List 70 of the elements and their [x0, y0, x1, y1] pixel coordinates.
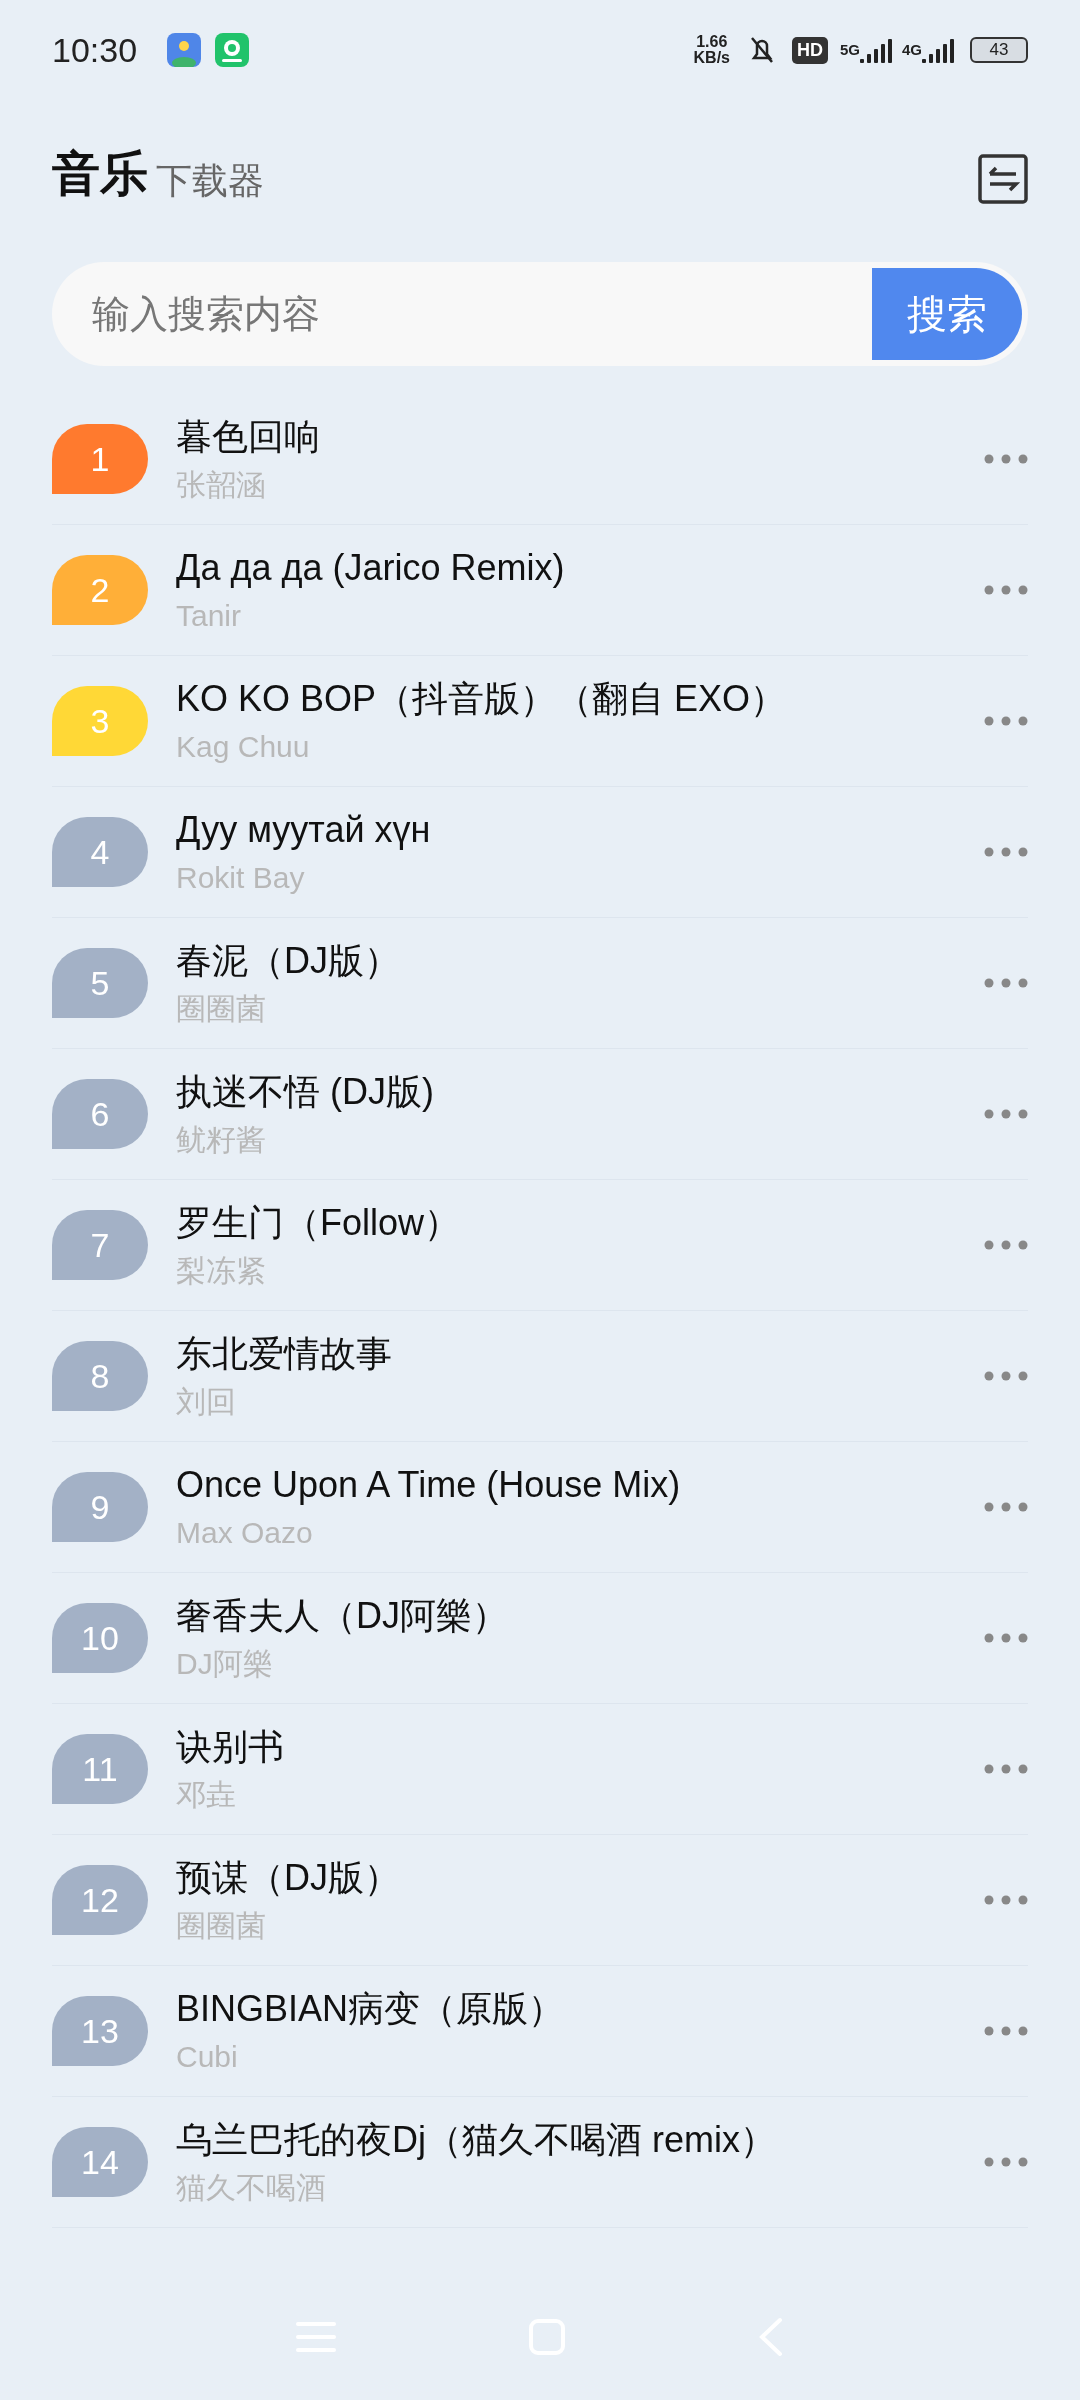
signal-icon	[860, 37, 894, 63]
more-icon[interactable]	[984, 1109, 1028, 1119]
net-speed: 1.66 KB/s	[693, 34, 730, 66]
more-icon[interactable]	[984, 1502, 1028, 1512]
rank-badge: 4	[52, 817, 148, 887]
rank-badge: 1	[52, 424, 148, 494]
artist-name: 梨冻紧	[176, 1252, 267, 1289]
network-label: 4G	[902, 39, 922, 60]
signal-icon	[922, 37, 956, 63]
rank-badge: 14	[52, 2127, 148, 2197]
battery-indicator: 43	[970, 37, 1028, 63]
song-title[interactable]: 乌兰巴托的夜Dj（猫久不喝酒 remix）	[176, 2118, 984, 2162]
more-icon[interactable]	[984, 1240, 1028, 1250]
more-icon[interactable]	[984, 585, 1028, 595]
rank-badge: 7	[52, 1210, 148, 1280]
rank-badge: 12	[52, 1865, 148, 1935]
artist-name: Rokit Bay	[176, 859, 306, 896]
song-title[interactable]: BINGBIAN病变（原版）	[176, 1987, 984, 2031]
app-icon	[215, 33, 250, 67]
artist-name: 鱿籽酱	[176, 1121, 267, 1158]
more-icon[interactable]	[984, 1895, 1028, 1905]
swap-icon[interactable]	[978, 154, 1028, 204]
network-label: 5G	[839, 39, 860, 60]
song-title[interactable]: 暮色回响	[176, 415, 984, 459]
artist-name: Kag Chuu	[176, 728, 311, 765]
more-icon[interactable]	[984, 2026, 1028, 2036]
artist-name: 邓垚	[176, 1776, 237, 1813]
song-title[interactable]: Дуу муутай хүн	[176, 808, 984, 852]
search-field[interactable]: 输入搜索内容	[52, 262, 872, 366]
clock: 10:30	[52, 29, 138, 71]
more-icon[interactable]	[984, 716, 1028, 726]
artist-name: 圈圈菌	[176, 1907, 267, 1944]
artist-name: 猫久不喝酒	[176, 2169, 327, 2206]
app-icon	[167, 33, 202, 67]
artist-name: Max Oazo	[176, 1514, 314, 1551]
artist-name: Cubi	[176, 2038, 239, 2075]
rank-badge: 3	[52, 686, 148, 756]
rank-badge: 5	[52, 948, 148, 1018]
song-title[interactable]: 预谋（DJ版）	[176, 1856, 984, 1900]
rank-badge: 6	[52, 1079, 148, 1149]
song-title[interactable]: 执迷不悟 (DJ版)	[176, 1070, 984, 1114]
artist-name: Tanir	[176, 597, 243, 634]
rank-badge: 13	[52, 1996, 148, 2066]
song-title[interactable]: Once Upon A Time (House Mix)	[176, 1463, 984, 1507]
artist-name: 刘回	[176, 1383, 237, 1420]
more-icon[interactable]	[984, 2157, 1028, 2167]
rank-badge: 11	[52, 1734, 148, 1804]
song-title[interactable]: 东北爱情故事	[176, 1332, 984, 1376]
rank-badge: 9	[52, 1472, 148, 1542]
song-title[interactable]: 诀别书	[176, 1725, 984, 1769]
app-subtitle: 下载器	[156, 159, 264, 203]
more-icon[interactable]	[984, 847, 1028, 857]
song-title[interactable]: 奢香夫人（DJ阿樂）	[176, 1594, 984, 1638]
song-title[interactable]: Да да да (Jarico Remix)	[176, 546, 984, 590]
rank-badge: 8	[52, 1341, 148, 1411]
artist-name: DJ阿樂	[176, 1645, 274, 1682]
more-icon[interactable]	[984, 1633, 1028, 1643]
artist-name: 张韶涵	[176, 466, 267, 503]
more-icon[interactable]	[984, 454, 1028, 464]
song-title[interactable]: 罗生门（Follow）	[176, 1201, 984, 1245]
more-icon[interactable]	[984, 978, 1028, 988]
app-title: 音乐	[52, 146, 148, 202]
artist-name: 圈圈菌	[176, 990, 267, 1027]
hd-badge: HD	[791, 36, 828, 64]
more-icon[interactable]	[984, 1371, 1028, 1381]
song-title[interactable]: 春泥（DJ版）	[176, 939, 984, 983]
more-icon[interactable]	[984, 1764, 1028, 1774]
rank-badge: 10	[52, 1603, 148, 1673]
song-title[interactable]: KO KO BOP（抖音版）（翻自 EXO）	[176, 677, 984, 721]
rank-badge: 2	[52, 555, 148, 625]
